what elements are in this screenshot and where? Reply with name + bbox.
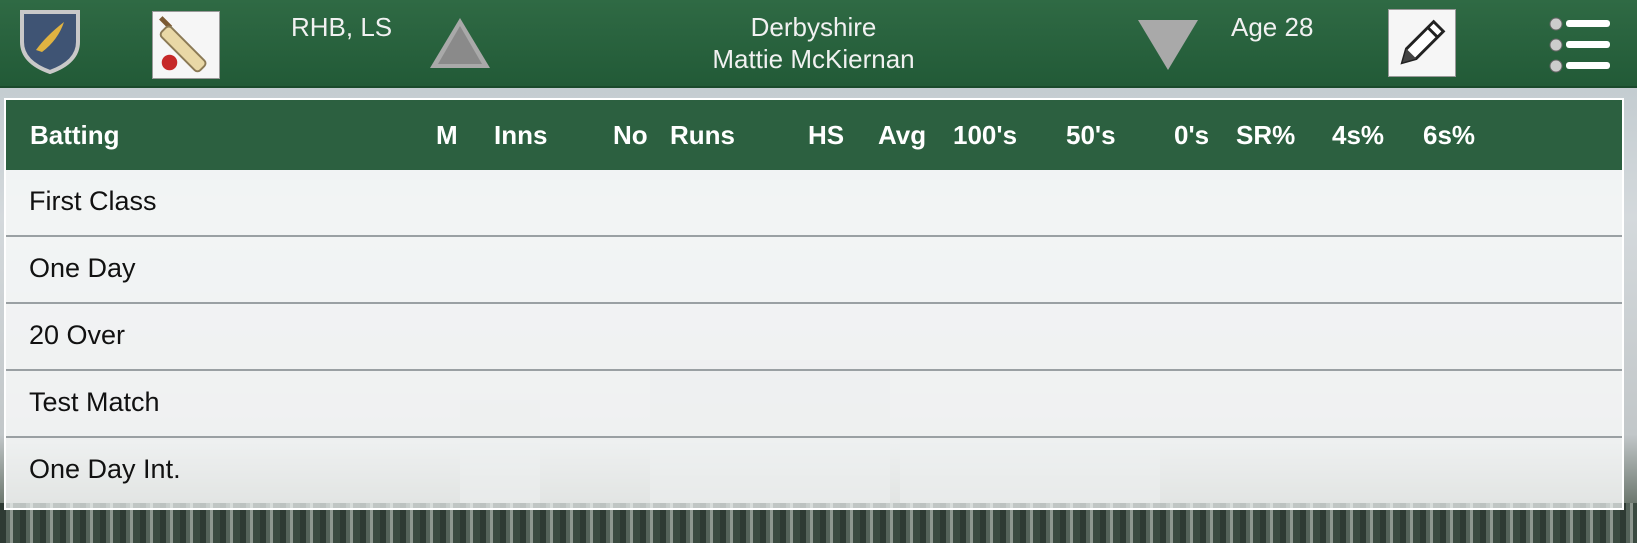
column-header: 4s% [1332,120,1385,150]
table-row[interactable]: Test Match [6,369,1622,436]
column-header: 0's [1174,120,1210,150]
menu-icon[interactable] [1548,14,1614,76]
column-header: SR% [1236,120,1296,150]
column-header: 100's [953,120,1018,150]
table-row[interactable]: One Day [6,235,1622,302]
table-row[interactable]: First Class [6,170,1622,235]
column-header: HS [808,120,845,150]
column-header: Inns [494,120,548,150]
table-row[interactable]: One Day Int. [6,436,1622,503]
table-row[interactable]: 20 Over [6,302,1622,369]
player-name: Mattie McKiernan [712,44,915,74]
batting-stats-table: Batting M Inns No Runs HS Avg 100's 50's… [4,98,1624,510]
row-label: 20 Over [29,320,126,350]
row-label: One Day [29,253,136,283]
pencil-icon[interactable] [1388,9,1456,77]
column-header: Runs [670,120,735,150]
column-header: No [613,120,648,150]
row-label: First Class [29,186,157,216]
column-header: M [436,120,458,150]
age-text: Age 28 [1231,12,1314,42]
arrow-down-icon[interactable] [1138,20,1198,70]
row-label: Test Match [29,387,160,417]
column-header: 50's [1066,120,1116,150]
column-header: Batting [30,120,120,150]
top-bar: RHB, LS Derbyshire Mattie McKiernan Age … [0,0,1637,88]
table-header: Batting M Inns No Runs HS Avg 100's 50's… [6,100,1622,170]
row-label: One Day Int. [29,454,181,484]
column-header: Avg [878,120,927,150]
column-header: 6s% [1423,120,1476,150]
team-name: Derbyshire [750,12,877,42]
